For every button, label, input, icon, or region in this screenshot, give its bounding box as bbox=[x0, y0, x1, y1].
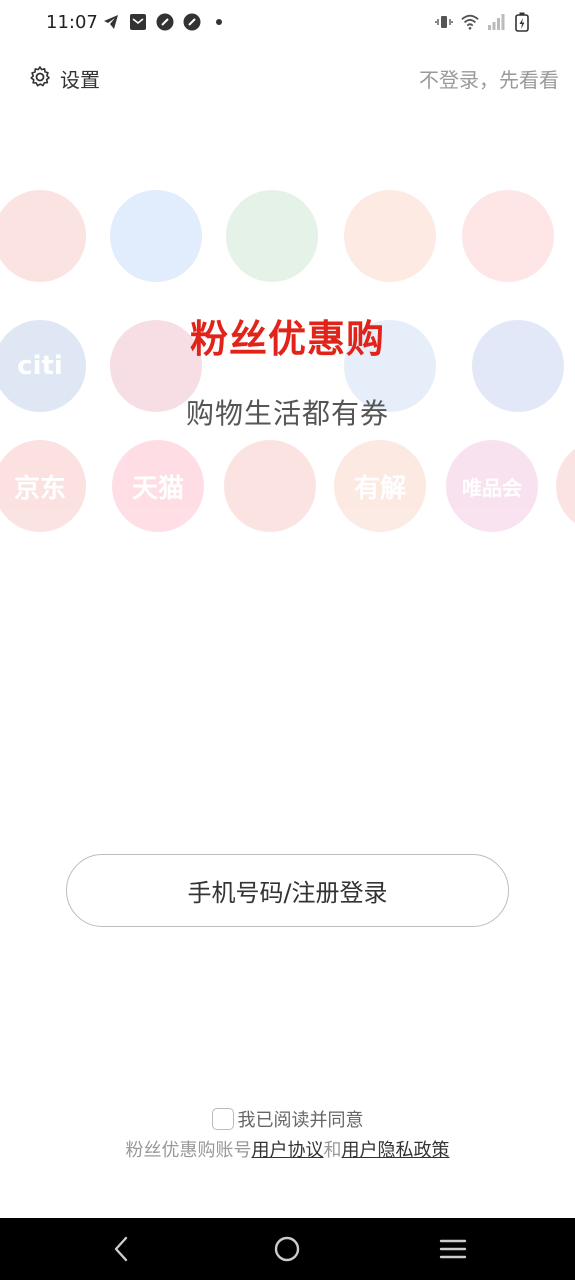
settings-label: 设置 bbox=[60, 68, 100, 92]
brand-logo-bubble bbox=[226, 190, 318, 282]
brand-logo-bubble: 有解 bbox=[334, 440, 426, 532]
agreement-label: 我已阅读并同意 bbox=[237, 1110, 364, 1131]
policy-conjunction: 和 bbox=[323, 1140, 342, 1161]
app-icon bbox=[156, 13, 174, 31]
settings-button[interactable]: 设置 bbox=[28, 64, 100, 93]
brand-logo-bubble: 天猫 bbox=[112, 440, 204, 532]
agreement-row: 我已阅读并同意 bbox=[0, 1106, 575, 1132]
login-screen: 11:07 设置 不登录，先看看 citi 京东 天猫 有解 唯品会 粉丝优惠购… bbox=[0, 0, 575, 1280]
gear-icon bbox=[28, 65, 52, 93]
back-icon[interactable] bbox=[106, 1233, 138, 1265]
user-agreement-link[interactable]: 用户协议 bbox=[252, 1140, 324, 1161]
status-bar: 11:07 bbox=[0, 0, 575, 48]
brand-logo-bubble bbox=[344, 190, 436, 282]
brand-logo-bubble: 唯品会 bbox=[446, 440, 538, 532]
telegram-icon bbox=[102, 13, 120, 31]
agreement-checkbox[interactable] bbox=[211, 1108, 234, 1130]
home-icon[interactable] bbox=[271, 1233, 303, 1265]
wifi-icon bbox=[461, 13, 479, 31]
app-slogan: 购物生活都有券 bbox=[185, 397, 389, 430]
privacy-policy-link[interactable]: 用户隐私政策 bbox=[342, 1140, 450, 1161]
battery-charging-icon bbox=[513, 12, 531, 32]
system-nav-bar bbox=[0, 1218, 575, 1280]
brand-logo-bubble bbox=[110, 190, 202, 282]
policy-row: 粉丝优惠购账号用户协议和用户隐私政策 bbox=[0, 1136, 575, 1162]
mail-icon bbox=[129, 13, 147, 31]
vibrate-icon bbox=[435, 13, 453, 31]
brand-logo-bubble: 京东 bbox=[0, 440, 86, 532]
brand-logo-bubble bbox=[556, 440, 575, 532]
brand-logo-bubble bbox=[462, 190, 554, 282]
menu-icon[interactable] bbox=[437, 1233, 469, 1265]
notification-icons bbox=[102, 13, 228, 31]
top-bar: 设置 不登录，先看看 bbox=[0, 56, 575, 100]
skip-login-link[interactable]: 不登录，先看看 bbox=[419, 64, 559, 93]
status-time: 11:07 bbox=[46, 12, 98, 33]
policy-prefix: 粉丝优惠购账号 bbox=[125, 1140, 252, 1161]
system-icons bbox=[435, 12, 531, 32]
brand-logo-bubble bbox=[0, 190, 86, 282]
phone-login-button[interactable]: 手机号码/注册登录 bbox=[66, 854, 509, 927]
dot-icon bbox=[210, 13, 228, 31]
app-title: 粉丝优惠购 bbox=[189, 317, 385, 361]
signal-icon bbox=[487, 13, 505, 31]
app-icon bbox=[183, 13, 201, 31]
brand-logo-bubble bbox=[224, 440, 316, 532]
